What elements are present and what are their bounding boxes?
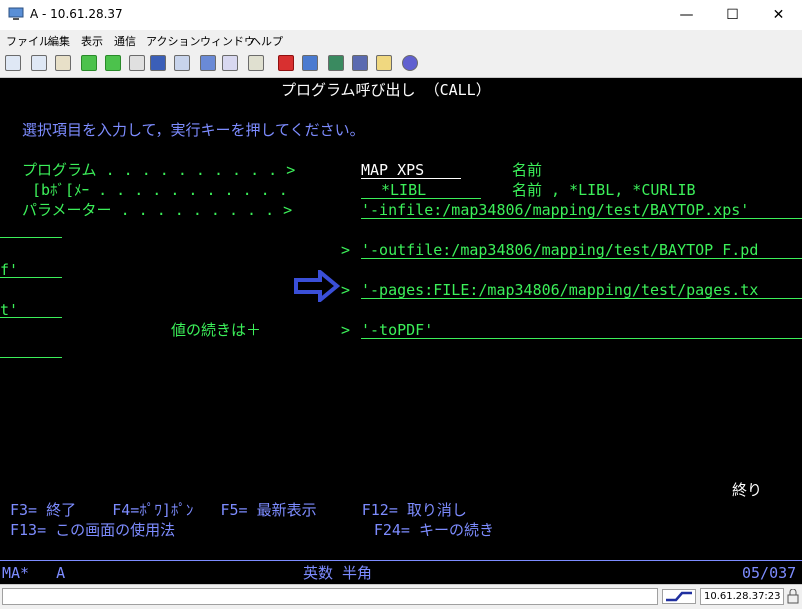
- cursor-position: 05/037: [742, 564, 797, 582]
- status-left: MA* A: [2, 564, 66, 582]
- end-marker: 終り: [732, 481, 763, 499]
- parameter-3-arrow: >: [341, 281, 351, 299]
- copy-icon[interactable]: [5, 55, 21, 71]
- library-input-underline: [361, 198, 481, 199]
- parameter-1-underline: [361, 218, 802, 219]
- status-message-panel: [2, 588, 658, 605]
- parameter-input-3[interactable]: '-pages:FILE:/map34806/mapping/test/page…: [361, 280, 758, 300]
- lock-icon: [787, 589, 799, 604]
- send-icon[interactable]: [81, 55, 97, 71]
- host-address: 10.61.28.37:23: [700, 588, 784, 605]
- macro-icon[interactable]: [174, 55, 190, 71]
- keyboard-icon[interactable]: [200, 55, 216, 71]
- maximize-button[interactable]: ☐: [710, 0, 755, 30]
- parameter-2-underline: [361, 258, 802, 259]
- status-divider: [0, 560, 802, 561]
- status-input-mode: 英数 半角: [303, 564, 373, 582]
- parameter-input-1[interactable]: '-infile:/map34806/mapping/test/BAYTOP.x…: [361, 200, 749, 220]
- grid-icon[interactable]: [222, 55, 238, 71]
- help-icon[interactable]: [402, 55, 418, 71]
- menu-communication[interactable]: 通信: [114, 33, 136, 49]
- parameter-3-cont-underline: [0, 317, 62, 318]
- menu-help[interactable]: ヘルプ: [250, 33, 283, 49]
- receive-icon[interactable]: [105, 55, 121, 71]
- notes-icon[interactable]: [376, 55, 392, 71]
- function-keys-row-2: F13= この画面の使用法 F24= キーの続き: [10, 521, 494, 539]
- menu-window[interactable]: ウィンドウ: [200, 33, 255, 49]
- settings-icon[interactable]: [248, 55, 264, 71]
- program-input[interactable]: MAP_XPS: [361, 160, 424, 180]
- right-arrow-icon: [294, 270, 340, 302]
- library-label: [bﾎﾞ[ﾒｰ . . . . . . . . . . .: [32, 181, 288, 199]
- menu-action[interactable]: アクション: [146, 33, 200, 49]
- screen-icon[interactable]: [150, 55, 166, 71]
- program-label: プログラム . . . . . . . . . . >: [22, 161, 296, 179]
- clipboard-icon[interactable]: [55, 55, 71, 71]
- close-button[interactable]: ✕: [756, 0, 801, 30]
- menu-view[interactable]: 表示: [81, 33, 103, 49]
- parameter-input-4[interactable]: '-toPDF': [361, 320, 433, 340]
- stop-icon[interactable]: [328, 55, 344, 71]
- terminal-app-icon: [8, 7, 24, 20]
- record-icon[interactable]: [278, 55, 294, 71]
- window-title-bar: A - 10.61.28.37 — ☐ ✕: [0, 0, 802, 30]
- instruction-text: 選択項目を入力して，実行キーを押してください。: [22, 121, 365, 139]
- menu-edit[interactable]: 編集: [48, 33, 70, 49]
- program-desc: 名前: [512, 161, 543, 179]
- menu-file[interactable]: ファイル: [6, 33, 50, 49]
- parameter-2-cont-underline: [0, 277, 62, 278]
- library-input[interactable]: *LIBL: [381, 180, 426, 200]
- parameter-label: パラメーター . . . . . . . . . >: [22, 201, 293, 219]
- parameter-input-2[interactable]: '-outfile:/map34806/mapping/test/BAYTOP_…: [361, 240, 758, 260]
- connection-icon: [662, 589, 696, 604]
- menu-bar: ファイル 編集 表示 通信 アクション ウィンドウ ヘルプ: [0, 30, 802, 50]
- play-icon[interactable]: [302, 55, 318, 71]
- terminal-screen: プログラム呼び出し （CALL） 選択項目を入力して，実行キーを押してください。…: [0, 78, 802, 584]
- screen-header: プログラム呼び出し （CALL）: [281, 81, 491, 99]
- parameter-3-underline: [361, 298, 802, 299]
- parameter-2-arrow: >: [341, 241, 351, 259]
- parameter-4-arrow: >: [341, 321, 351, 339]
- minimize-button[interactable]: —: [664, 0, 709, 30]
- function-keys-row-1: F3= 終了 F4=ﾎﾟﾜ]ﾎﾟﾝ F5= 最新表示 F12= 取り消し: [10, 501, 467, 519]
- paste-icon[interactable]: [31, 55, 47, 71]
- window-title: A - 10.61.28.37: [30, 7, 123, 21]
- toolbar: [0, 51, 802, 78]
- continue-label: 値の続きは＋: [171, 321, 262, 339]
- program-input-underline: [361, 178, 461, 179]
- parameter-1-cont-underline: [0, 237, 62, 238]
- status-bar: 10.61.28.37:23: [0, 584, 802, 609]
- parameter-4-cont-underline: [0, 357, 62, 358]
- parameter-4-underline: [361, 338, 802, 339]
- pause-icon[interactable]: [352, 55, 368, 71]
- library-desc: 名前 , *LIBL, *CURLIB: [512, 181, 696, 199]
- print-icon[interactable]: [129, 55, 145, 71]
